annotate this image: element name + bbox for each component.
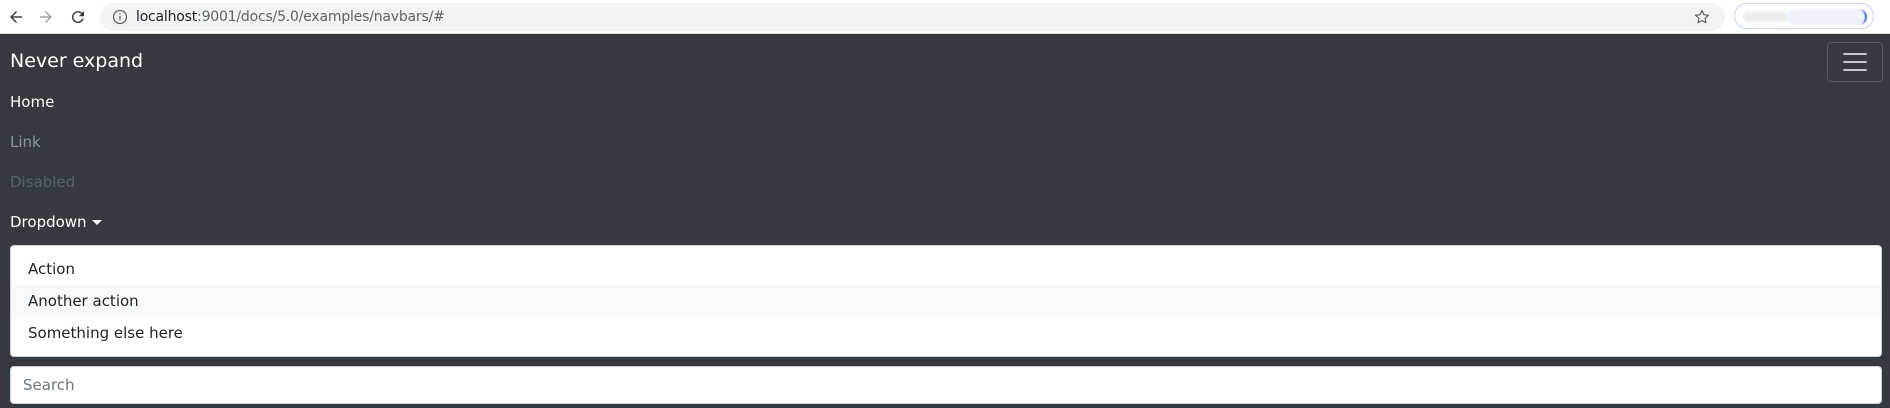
dropdown-item-something-else[interactable]: Something else here	[11, 317, 1881, 349]
url-path: :9001/docs/5.0/examples/navbars/#	[197, 9, 445, 25]
navbar-brand[interactable]: Never expand	[10, 50, 143, 72]
profile-name-blur	[1787, 9, 1867, 25]
arrow-right-icon	[40, 11, 52, 23]
url-text[interactable]: localhost:9001/docs/5.0/examples/navbars…	[136, 9, 445, 25]
profile-button[interactable]	[1734, 3, 1874, 29]
star-icon[interactable]	[1693, 8, 1711, 26]
profile-avatar-blur	[1743, 12, 1789, 22]
search-input[interactable]	[10, 366, 1882, 404]
back-button[interactable]	[4, 5, 28, 29]
caret-down-icon	[91, 220, 102, 225]
arrow-left-icon	[10, 11, 22, 23]
info-icon[interactable]	[112, 9, 128, 25]
nav-item-disabled: Disabled	[10, 173, 76, 191]
nav-item-dropdown[interactable]: Dropdown	[10, 213, 102, 231]
nav-item-link[interactable]: Link	[10, 133, 41, 151]
hamburger-icon	[1843, 53, 1867, 71]
forward-button[interactable]	[34, 5, 58, 29]
address-bar[interactable]: localhost:9001/docs/5.0/examples/navbars…	[100, 3, 1725, 31]
dropdown-item-another-action[interactable]: Another action	[11, 285, 1881, 317]
dropdown-item-action[interactable]: Action	[11, 253, 1881, 285]
nav-item-home[interactable]: Home	[10, 93, 54, 111]
reload-button[interactable]	[66, 5, 90, 29]
dropdown-toggle-label: Dropdown	[10, 213, 87, 231]
navbar-toggler-button[interactable]	[1827, 42, 1883, 82]
url-host: localhost	[136, 9, 198, 25]
reload-icon	[71, 11, 84, 24]
browser-toolbar: localhost:9001/docs/5.0/examples/navbars…	[0, 0, 1890, 34]
dropdown-menu: Action Another action Something else her…	[10, 245, 1882, 357]
